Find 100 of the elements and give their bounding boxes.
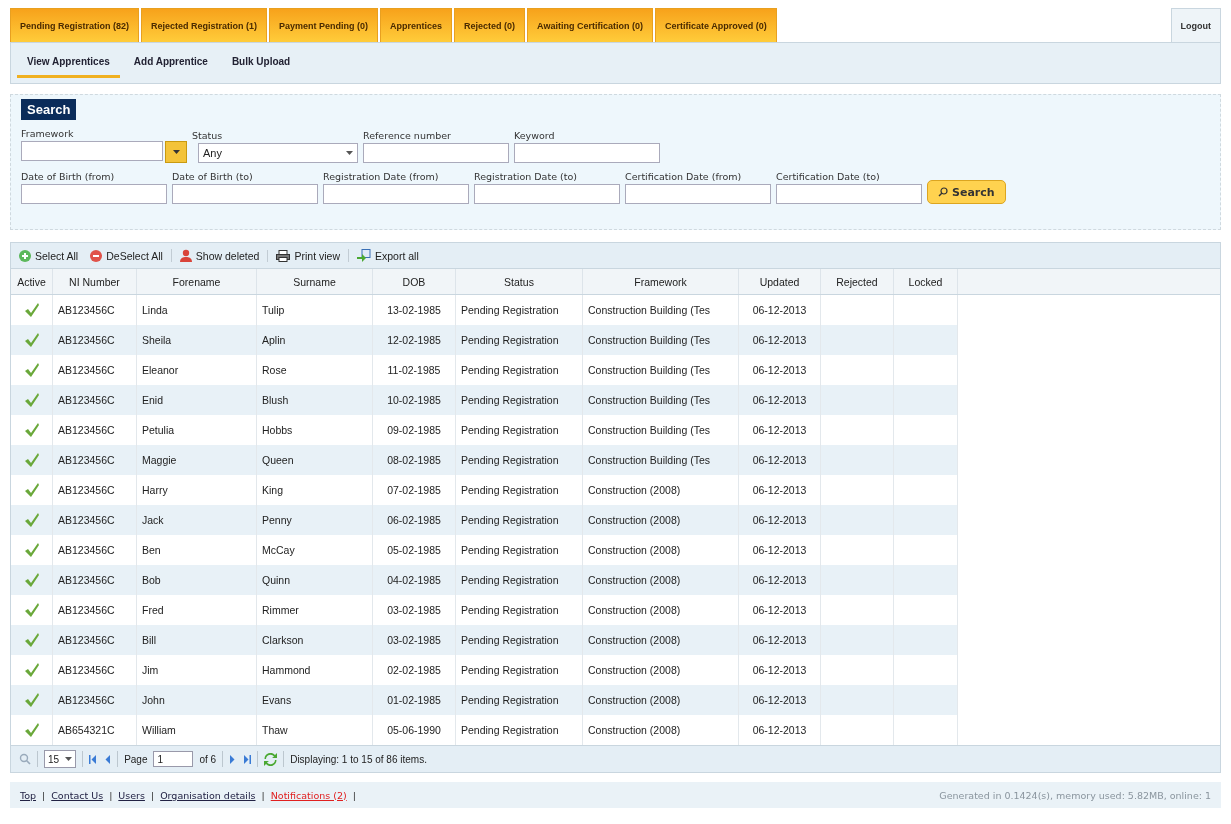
page-label: Page	[124, 753, 148, 765]
page-size-select[interactable]: 15	[44, 750, 77, 768]
table-cell: AB123456C	[53, 625, 137, 655]
subnav-tab[interactable]: View Apprentices	[17, 48, 120, 78]
table-cell: 12-02-1985	[373, 325, 456, 355]
logout-button[interactable]: Logout	[1170, 8, 1221, 42]
text-field[interactable]	[363, 143, 509, 163]
table-cell: AB123456C	[53, 565, 137, 595]
nav-tab[interactable]: Pending Registration (82)	[10, 8, 139, 42]
table-cell: 10-02-1985	[373, 385, 456, 415]
toolbar-button[interactable]: Select All	[15, 249, 83, 262]
table-cell: Pending Registration	[456, 445, 583, 475]
date-field[interactable]	[172, 184, 318, 204]
person-icon	[179, 249, 192, 262]
column-header[interactable]: Active	[11, 269, 53, 294]
date-field[interactable]	[21, 184, 167, 204]
table-cell: Sheila	[137, 325, 257, 355]
column-header[interactable]: Forename	[137, 269, 257, 294]
table-cell: Bill	[137, 625, 257, 655]
search-button[interactable]: Search	[927, 180, 1006, 204]
minus-circle-icon	[90, 249, 103, 262]
table-cell: Construction Building (Tes	[583, 445, 739, 475]
toolbar-button[interactable]: DeSelect All	[86, 249, 167, 262]
nav-tab[interactable]: Certificate Approved (0)	[654, 8, 777, 42]
date-field[interactable]	[776, 184, 922, 204]
search-icon	[938, 187, 948, 197]
next-page-icon[interactable]	[229, 754, 236, 764]
footer-link[interactable]: Contact Us	[51, 789, 104, 801]
table-cell: Maggie	[137, 445, 257, 475]
field-label: Registration Date (to)	[474, 171, 578, 182]
field-label: Date of Birth (to)	[172, 171, 254, 182]
nav-tab[interactable]: Awaiting Certification (0)	[527, 8, 653, 42]
search-icon[interactable]	[19, 753, 31, 765]
printer-icon	[276, 249, 291, 262]
table-cell: 03-02-1985	[373, 625, 456, 655]
table-cell: Pending Registration	[456, 385, 583, 415]
column-header[interactable]: NI Number	[53, 269, 137, 294]
previous-page-icon[interactable]	[105, 754, 112, 764]
field-label: Certification Date (from)	[625, 171, 743, 182]
link-separator: |	[150, 789, 155, 801]
table-cell: Penny	[257, 505, 373, 535]
table-cell	[894, 565, 958, 595]
nav-tab[interactable]: Apprentices	[380, 8, 453, 42]
subnav-tab[interactable]: Bulk Upload	[221, 48, 301, 78]
footer-link[interactable]: Users	[118, 789, 145, 801]
table-cell	[894, 325, 958, 355]
column-header[interactable]: Updated	[739, 269, 821, 294]
table-cell: AB123456C	[53, 505, 137, 535]
column-header[interactable]: Rejected	[821, 269, 894, 294]
refresh-icon[interactable]	[264, 752, 278, 766]
nav-tab[interactable]: Payment Pending (0)	[269, 8, 379, 42]
last-page-icon[interactable]	[241, 754, 252, 764]
link-separator: |	[42, 789, 46, 801]
caret-icon	[172, 150, 180, 154]
footer-link[interactable]: Top	[20, 789, 37, 801]
table-cell: Pending Registration	[456, 325, 583, 355]
column-header[interactable]: Status	[456, 269, 583, 294]
toolbar-button[interactable]: Print view	[267, 249, 344, 262]
date-field[interactable]	[323, 184, 469, 204]
column-header[interactable]: Surname	[257, 269, 373, 294]
table-cell: 06-12-2013	[739, 565, 821, 595]
dropdown-button[interactable]	[165, 141, 187, 163]
table-cell: 06-12-2013	[739, 685, 821, 715]
toolbar-button[interactable]: Show deleted	[170, 249, 264, 262]
table-cell: 06-12-2013	[739, 625, 821, 655]
table-cell: 06-12-2013	[739, 445, 821, 475]
column-header[interactable]: DOB	[373, 269, 456, 294]
table-cell: AB123456C	[53, 325, 137, 355]
footer-link[interactable]: Notifications (2)	[270, 789, 347, 801]
table-cell: Construction (2008)	[583, 685, 739, 715]
table-cell: Clarkson	[257, 625, 373, 655]
field-label: Date of Birth (from)	[21, 171, 116, 182]
table-cell: AB123456C	[53, 685, 137, 715]
toolbar-button[interactable]: Export all	[348, 249, 423, 262]
table-cell: 04-02-1985	[373, 565, 456, 595]
field-label: Framework	[21, 128, 75, 139]
field-label: Certification Date (to)	[776, 171, 881, 182]
search-heading: Search	[21, 99, 77, 120]
table-cell: Pending Registration	[456, 685, 583, 715]
table-cell: Construction (2008)	[583, 505, 739, 535]
table-cell: Enid	[137, 385, 257, 415]
date-field[interactable]	[474, 184, 620, 204]
nav-tab[interactable]: Rejected (0)	[454, 8, 526, 42]
footer-link[interactable]: Organisation details	[160, 789, 256, 801]
table-cell: Bob	[137, 565, 257, 595]
date-field[interactable]	[625, 184, 771, 204]
nav-tab[interactable]: Rejected Registration (1)	[141, 8, 268, 42]
page-number-field[interactable]: 1	[153, 751, 194, 767]
field-label: Status	[192, 130, 224, 141]
status-select[interactable]: Any	[198, 143, 358, 163]
table-cell: John	[137, 685, 257, 715]
field-label: Registration Date (from)	[323, 171, 440, 182]
table-cell: Blush	[257, 385, 373, 415]
text-field[interactable]	[514, 143, 660, 163]
column-header[interactable]: Locked	[894, 269, 958, 294]
caret-icon	[65, 757, 73, 761]
column-header[interactable]: Framework	[583, 269, 739, 294]
framework-combo-field[interactable]	[21, 141, 163, 161]
subnav-tab[interactable]: Add Apprentice	[123, 48, 218, 78]
table-cell: Construction Building (Tes	[583, 385, 739, 415]
